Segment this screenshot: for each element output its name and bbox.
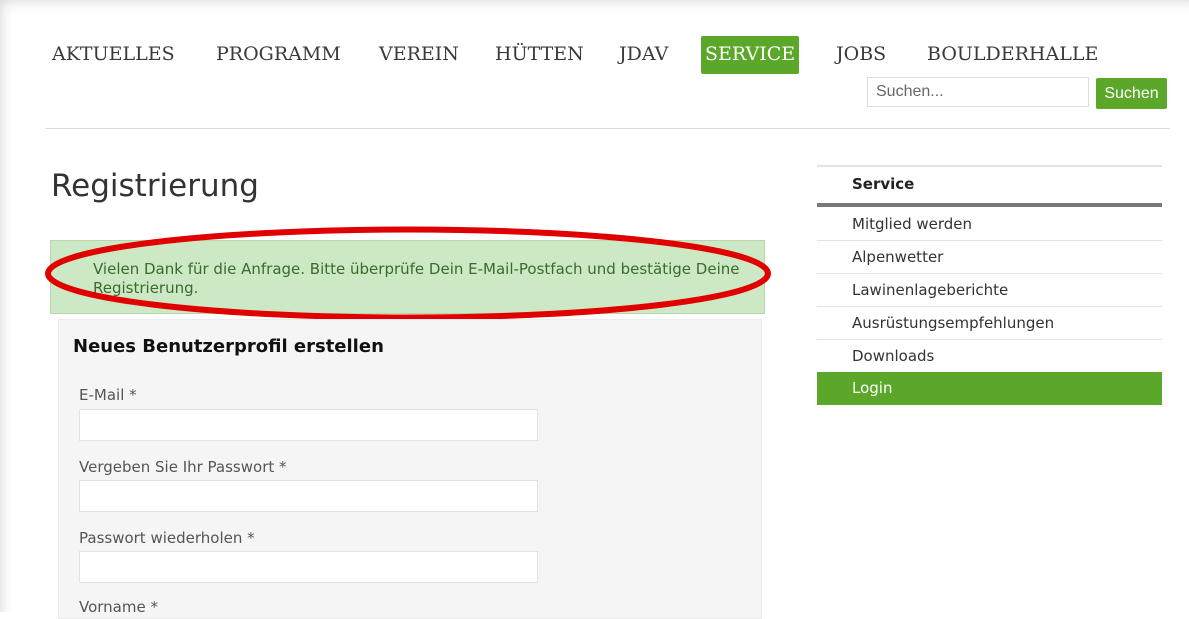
form-heading: Neues Benutzerprofil erstellen <box>73 336 384 357</box>
firstname-label: Vorname * <box>79 598 158 616</box>
sidebar-heading-divider <box>817 203 1162 207</box>
nav-item-boulderhalle[interactable]: BOULDERHALLE <box>927 36 1098 74</box>
sidebar-item-login[interactable]: Login <box>817 372 1162 405</box>
success-alert-text: Vielen Dank für die Anfrage. Bitte überp… <box>93 260 740 297</box>
sidebar-item-ausruestungsempfehlungen[interactable]: Ausrüstungsempfehlungen <box>817 307 1162 340</box>
sidebar-heading: Service <box>852 175 915 193</box>
sidebar-item-downloads[interactable]: Downloads <box>817 340 1162 373</box>
page-title: Registrierung <box>51 168 259 204</box>
sidebar-item-alpenwetter[interactable]: Alpenwetter <box>817 241 1162 274</box>
sidebar-item-lawinenlageberichte[interactable]: Lawinenlageberichte <box>817 274 1162 307</box>
nav-item-programm[interactable]: PROGRAMM <box>216 36 341 74</box>
success-alert: Vielen Dank für die Anfrage. Bitte überp… <box>50 240 765 314</box>
header-divider <box>45 128 1170 129</box>
nav-item-huetten[interactable]: HÜTTEN <box>495 36 584 74</box>
password-repeat-field[interactable] <box>79 551 538 583</box>
nav-item-verein[interactable]: VEREIN <box>379 36 459 74</box>
nav-item-service[interactable]: SERVICE <box>701 36 800 74</box>
email-label: E-Mail * <box>79 386 137 404</box>
password-label: Vergeben Sie Ihr Passwort * <box>79 458 287 476</box>
sidebar-item-mitglied-werden[interactable]: Mitglied werden <box>817 208 1162 241</box>
sidebar-top-divider <box>817 165 1162 167</box>
registration-form: Neues Benutzerprofil erstellen E-Mail * … <box>58 319 762 619</box>
search-button[interactable]: Suchen <box>1096 78 1167 109</box>
search-input[interactable] <box>867 77 1089 107</box>
email-field[interactable] <box>79 409 538 441</box>
nav-item-jobs[interactable]: JOBS <box>836 36 886 74</box>
nav-item-aktuelles[interactable]: AKTUELLES <box>52 36 175 74</box>
password-repeat-label: Passwort wiederholen * <box>79 529 255 547</box>
nav-item-jdav[interactable]: JDAV <box>619 36 668 74</box>
password-field[interactable] <box>79 480 538 512</box>
